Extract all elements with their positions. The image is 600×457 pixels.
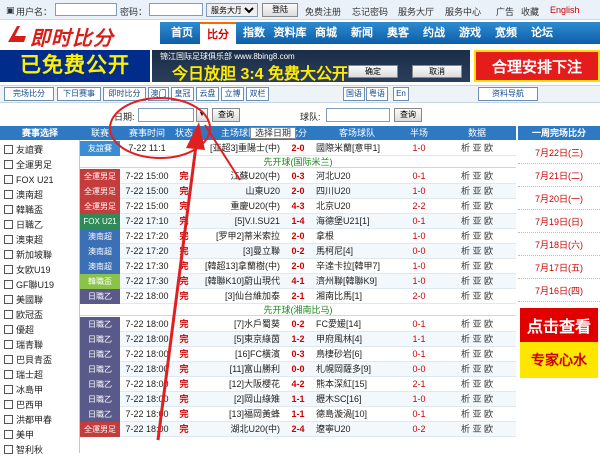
annotation-arrowhead bbox=[186, 122, 205, 150]
annotation-arrow-line-2 bbox=[204, 124, 241, 181]
annotation-arrows bbox=[109, 97, 241, 441]
annotation-arrow-line bbox=[156, 129, 200, 441]
